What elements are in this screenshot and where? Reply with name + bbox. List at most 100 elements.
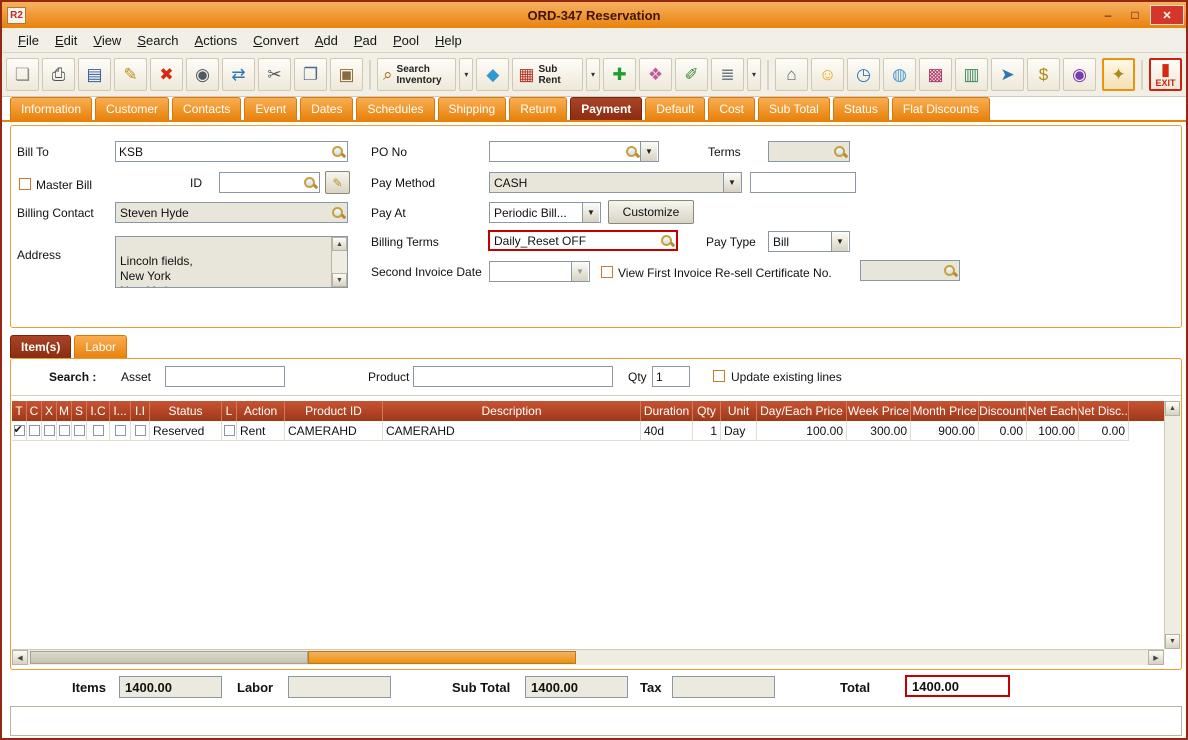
color-drop-button[interactable]: ◆ (476, 58, 509, 91)
pay-method-extra-input[interactable] (752, 176, 854, 190)
column-header-net-each[interactable]: Net Each (1027, 401, 1079, 421)
save-button[interactable]: ▤ (78, 58, 111, 91)
sub-rent-button[interactable]: ▦Sub Rent (512, 58, 583, 91)
column-header-x[interactable]: X (42, 401, 57, 421)
menu-view[interactable]: View (85, 30, 129, 51)
column-header-i-i[interactable]: I.I (131, 401, 150, 421)
product-input[interactable] (415, 370, 611, 384)
terms-field[interactable] (768, 141, 850, 162)
column-header-action[interactable]: Action (237, 401, 285, 421)
time-button[interactable]: ◷ (847, 58, 880, 91)
column-header-product-id[interactable]: Product ID (285, 401, 383, 421)
po-no-input[interactable] (491, 145, 624, 159)
id-search-icon[interactable] (302, 175, 318, 191)
column-header-discount[interactable]: Discount (979, 401, 1027, 421)
row-cell-description[interactable]: CAMERAHD (383, 421, 641, 441)
address-scrollbar[interactable]: ▲ ▼ (331, 237, 347, 287)
tab-event[interactable]: Event (244, 97, 297, 120)
row-cell-month-price[interactable]: 900.00 (911, 421, 979, 441)
row-cell-action[interactable]: Rent (237, 421, 285, 441)
column-header-m[interactable]: M (57, 401, 72, 421)
pay-at-combo[interactable]: Periodic Bill... ▼ (489, 202, 601, 223)
column-header-unit[interactable]: Unit (721, 401, 757, 421)
row-checkbox[interactable] (224, 425, 235, 436)
bill-to-field[interactable] (115, 141, 348, 162)
find-button[interactable]: ◉ (186, 58, 219, 91)
asset-field[interactable] (165, 366, 285, 387)
resell-certificate-field[interactable] (860, 260, 960, 281)
item-tab-item-s[interactable]: Item(s) (10, 335, 71, 358)
column-header-s[interactable]: S (72, 401, 87, 421)
asset-input[interactable] (167, 370, 283, 384)
scroll-down-icon[interactable]: ▼ (1165, 634, 1180, 649)
maximize-button[interactable]: □ (1123, 6, 1147, 24)
product-field[interactable] (413, 366, 613, 387)
column-header-qty[interactable]: Qty (693, 401, 721, 421)
billing-contact-field[interactable]: Steven Hyde (115, 202, 348, 223)
pay-at-dropdown-arrow[interactable]: ▼ (582, 203, 599, 222)
search-inventory-button-dropdown[interactable]: ▾ (459, 58, 473, 91)
pay-method-combo[interactable]: CASH ▼ (489, 172, 742, 193)
tab-flat-discounts[interactable]: Flat Discounts (892, 97, 990, 120)
scroll-right-icon[interactable]: ▶ (1148, 650, 1164, 665)
tab-status[interactable]: Status (833, 97, 889, 120)
pay-method-dropdown-arrow[interactable]: ▼ (723, 173, 740, 192)
row-checkbox[interactable] (29, 425, 40, 436)
tab-customer[interactable]: Customer (95, 97, 169, 120)
key-button[interactable]: ➤ (991, 58, 1024, 91)
tools-button[interactable]: ✦ (1102, 58, 1135, 91)
print-button[interactable]: ⎙ (42, 58, 75, 91)
tab-information[interactable]: Information (10, 97, 92, 120)
exit-button[interactable]: ▮EXIT (1149, 58, 1182, 91)
terms-search-icon[interactable] (832, 144, 848, 160)
second-invoice-date-dropdown-arrow[interactable]: ▼ (571, 262, 588, 281)
edit-id-pencil-button[interactable]: ✎ (325, 171, 350, 194)
qty-input[interactable] (654, 370, 688, 384)
bill-to-search-icon[interactable] (330, 144, 346, 160)
update-existing-lines-checkbox[interactable] (713, 370, 725, 382)
bill-to-input[interactable] (117, 145, 330, 159)
menu-pool[interactable]: Pool (385, 30, 427, 51)
row-checkbox[interactable] (115, 425, 126, 436)
scroll-down-icon[interactable]: ▼ (332, 273, 347, 287)
convert-button[interactable]: ⇄ (222, 58, 255, 91)
hscroll-thumb[interactable] (308, 651, 576, 664)
row-cell-net-each[interactable]: 100.00 (1027, 421, 1079, 441)
row-checkbox[interactable] (74, 425, 85, 436)
row-checkbox[interactable] (135, 425, 146, 436)
tab-default[interactable]: Default (645, 97, 705, 120)
tab-payment[interactable]: Payment (570, 97, 642, 120)
column-header-status[interactable]: Status (150, 401, 222, 421)
id-input[interactable] (221, 176, 302, 190)
column-header-month-price[interactable]: Month Price (911, 401, 979, 421)
column-header-i-c[interactable]: I.C (87, 401, 110, 421)
menu-pad[interactable]: Pad (346, 30, 385, 51)
new-document-button[interactable]: ❏ (6, 58, 39, 91)
customize-button[interactable]: Customize (608, 200, 694, 224)
items-horizontal-scrollbar[interactable]: ◀ ▶ (12, 649, 1164, 665)
group-items-button[interactable]: ❖ (639, 58, 672, 91)
column-header-c[interactable]: C (27, 401, 42, 421)
delete-button[interactable]: ✖ (150, 58, 183, 91)
close-button[interactable]: ✕ (1150, 5, 1184, 25)
row-checkbox[interactable] (93, 425, 104, 436)
qty-field[interactable] (652, 366, 690, 387)
paste-button[interactable]: ▣ (330, 58, 363, 91)
row-cell-unit[interactable]: Day (721, 421, 757, 441)
hscroll-thumb-gray[interactable] (30, 651, 308, 664)
column-header-duration[interactable]: Duration (641, 401, 693, 421)
column-header-l[interactable]: L (222, 401, 237, 421)
billing-terms-field[interactable]: Daily_Reset OFF (488, 230, 678, 251)
billing-button[interactable]: $ (1027, 58, 1060, 91)
po-no-field[interactable]: ▼ (489, 141, 659, 162)
column-header-description[interactable]: Description (383, 401, 641, 421)
cut-button[interactable]: ✂ (258, 58, 291, 91)
pay-method-extra-field[interactable] (750, 172, 856, 193)
column-header-i[interactable]: I... (110, 401, 131, 421)
menu-edit[interactable]: Edit (47, 30, 85, 51)
row-cell-duration[interactable]: 40d (641, 421, 693, 441)
stack-button[interactable]: ≣ (711, 58, 744, 91)
row-cell-net-disc[interactable]: 0.00 (1079, 421, 1129, 441)
tab-schedules[interactable]: Schedules (356, 97, 434, 120)
tab-contacts[interactable]: Contacts (172, 97, 241, 120)
